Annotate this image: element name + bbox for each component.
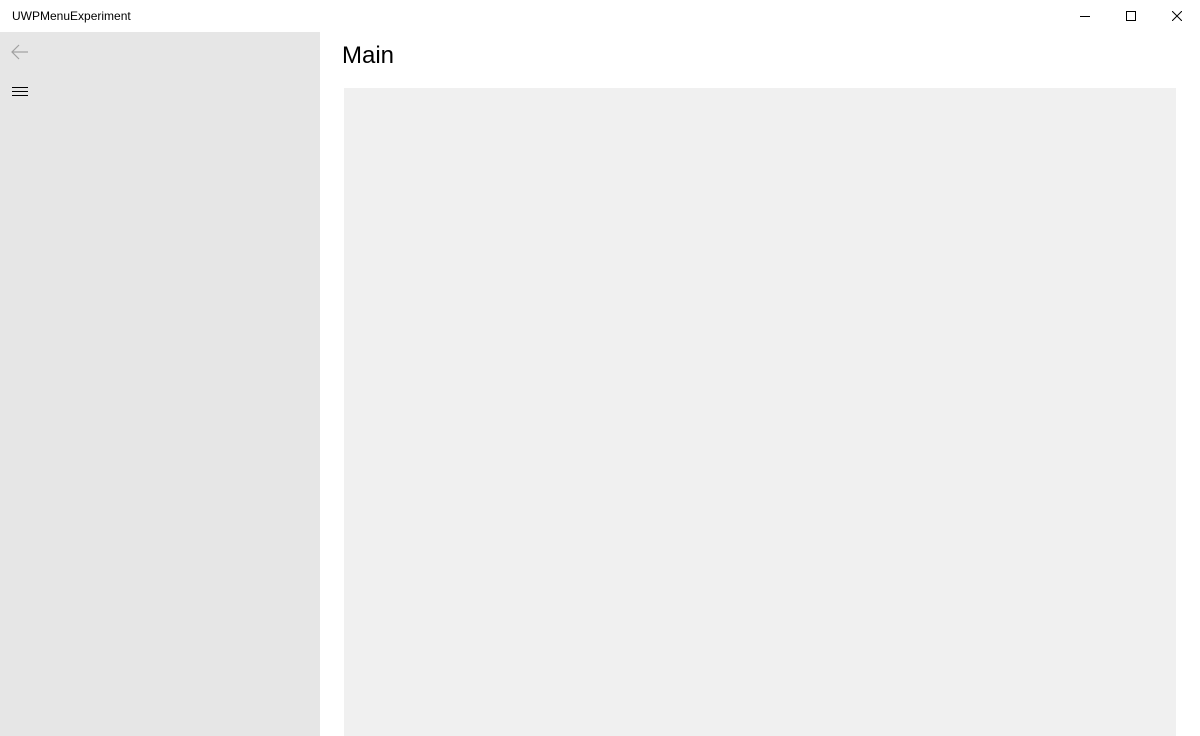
content-frame[interactable] [344, 88, 1176, 736]
back-arrow-icon [11, 44, 28, 60]
hamburger-icon [12, 87, 28, 96]
main-content: Main [320, 32, 1200, 736]
maximize-icon [1126, 11, 1136, 21]
close-icon [1172, 11, 1182, 21]
page-title: Main [342, 42, 395, 69]
close-button[interactable] [1154, 0, 1200, 32]
minimize-button[interactable] [1062, 0, 1108, 32]
navigation-pane [0, 32, 320, 736]
maximize-button[interactable] [1108, 0, 1154, 32]
back-button[interactable] [0, 32, 40, 72]
minimize-icon [1080, 16, 1090, 17]
window-title: UWPMenuExperiment [12, 9, 131, 23]
app-window: UWPMenuExperiment Main [0, 0, 1200, 736]
title-bar[interactable]: UWPMenuExperiment [0, 0, 1200, 32]
hamburger-menu-button[interactable] [0, 72, 40, 112]
